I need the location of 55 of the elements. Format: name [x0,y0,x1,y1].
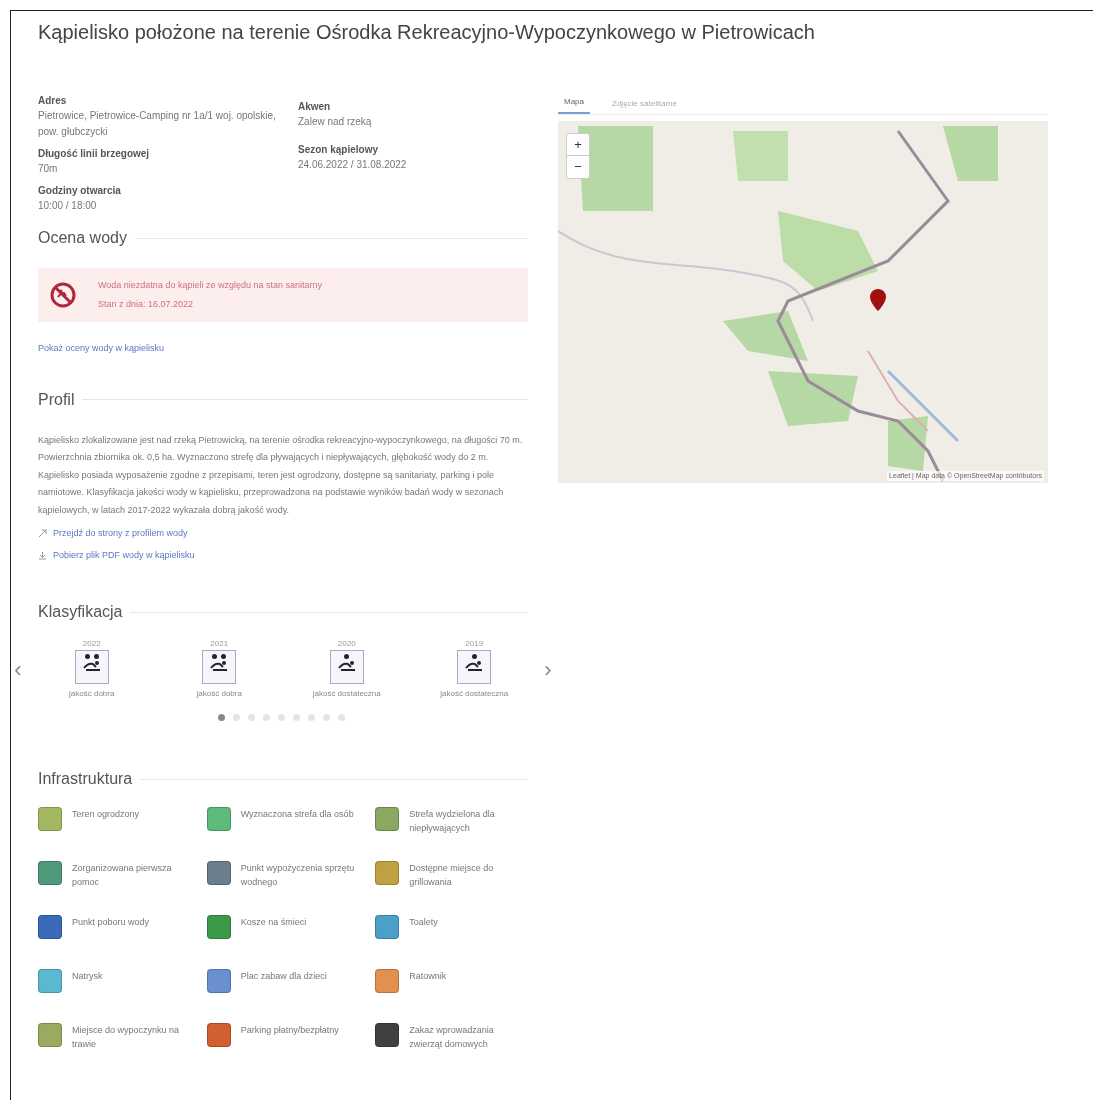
alert-message: Woda niezdatna do kąpieli ze względu na stan sanitarny [98,278,322,292]
map-tab[interactable]: Zdjęcie satelitarne [606,98,683,114]
year-label: 2019 [465,638,484,650]
field-label: Akwen [298,100,332,114]
facility-label: Natrysk [72,970,103,983]
swimmer-icon [81,659,102,671]
facility-label: Teren ogrodzony [72,808,140,821]
facility-label: Dostępne miejsce do grillowania [409,862,495,889]
facility-label: Punkt wypożyczenia sprzętu wodnego [240,862,356,889]
facility-label: Zakaz wprowadzania zwierząt domowych [409,1024,495,1051]
field-value: Zalew nad rzeką [298,115,373,129]
profile-text: Kąpielisko zlokalizowane jest nad rzeką Pietrowicką, na terenie ośrodka rekreacyjno-wypoczynkowego, na długości 70 m. Powierzchnia zbiornika ok. 0,5 ha. Wyznaczono strefę dla pływających i niepływających, głębokość wody do 2 m. Kąpielisko posiada wyposażenie zgodne z przepisami, teren jest ogrodzony, dostępne są sanitariaty, parking i pole namiotowe. Klasyfikacja jakości wody w kąpielisku, przeprowadzona na podstawie wyników badań wody w sezonach kąpielowych, w latach 2017-2022 wykazała dobrą jakość wody. [38,433,524,517]
facility-label: Zorganizowana pierwsza pomoc [72,862,173,889]
link-icon [38,529,47,539]
facility-label: Plac zabaw dla dzieci [240,970,327,983]
field-label: Adres [38,94,68,108]
quality-label: jakość dostateczna [440,688,509,700]
field-value: 24.06.2022 / 31.08.2022 [298,158,408,172]
location-marker-icon[interactable] [870,289,886,311]
quality-label: jakość dobra [196,688,242,700]
alert-date: Stan z dnia: 16.07.2022 [98,298,195,311]
zoom-out-button[interactable]: − [567,156,589,178]
facility-label: Parking płatny/bezpłatny [240,1024,339,1037]
field-value: 10:00 / 18:00 [38,199,98,213]
zoom-in-button[interactable]: + [567,134,589,156]
section-heading: Infrastruktura [38,769,133,789]
facility-label: Miejsce do wypoczynku na trawie [72,1024,181,1051]
map-tab[interactable]: Mapa [558,96,590,114]
field-label: Długość linii brzegowej [38,147,151,161]
facility-label: Kosze na śmieci [240,916,307,929]
download-icon [38,550,47,560]
swimmer-icon [209,659,230,671]
facility-label: Strefa wydzielona dla niepływających [409,808,496,835]
section-heading: Profil [38,389,75,410]
profile-link[interactable]: Pobierz plik PDF wody w kąpielisku [38,548,195,562]
swimmer-icon [464,659,485,671]
water-results-link[interactable]: Pokaż oceny wody w kąpielisku [38,342,165,356]
swimmer-icon [336,659,357,671]
profile-link[interactable]: Przejdź do strony z profilem wody [38,527,188,541]
section-heading: Klasyfikacja [38,602,123,622]
quality-label: jakość dobra [69,688,115,700]
field-value: Pietrowice, Pietrowice-Camping nr 1a/1 woj. opolskie, pow. głubczycki [38,109,277,139]
field-value: 70m [38,162,59,176]
facility-label: Ratownik [409,970,447,983]
facility-label: Wyznaczona strefa dla osób [240,808,354,821]
facility-label: Punkt poboru wody [72,916,150,929]
year-label: 2020 [337,638,356,650]
field-label: Godziny otwarcia [38,184,122,198]
page-title: Kąpielisko położone na terenie Ośrodka Rekreacyjno-Wypoczynkowego w Pietrowicach [38,20,816,45]
facility-label: Toalety [409,916,438,929]
year-label: 2021 [210,638,229,650]
field-label: Sezon kąpielowy [298,143,380,157]
year-label: 2022 [82,638,101,650]
quality-label: jakość dostateczna [312,688,381,700]
section-heading: Ocena wody [38,228,127,248]
